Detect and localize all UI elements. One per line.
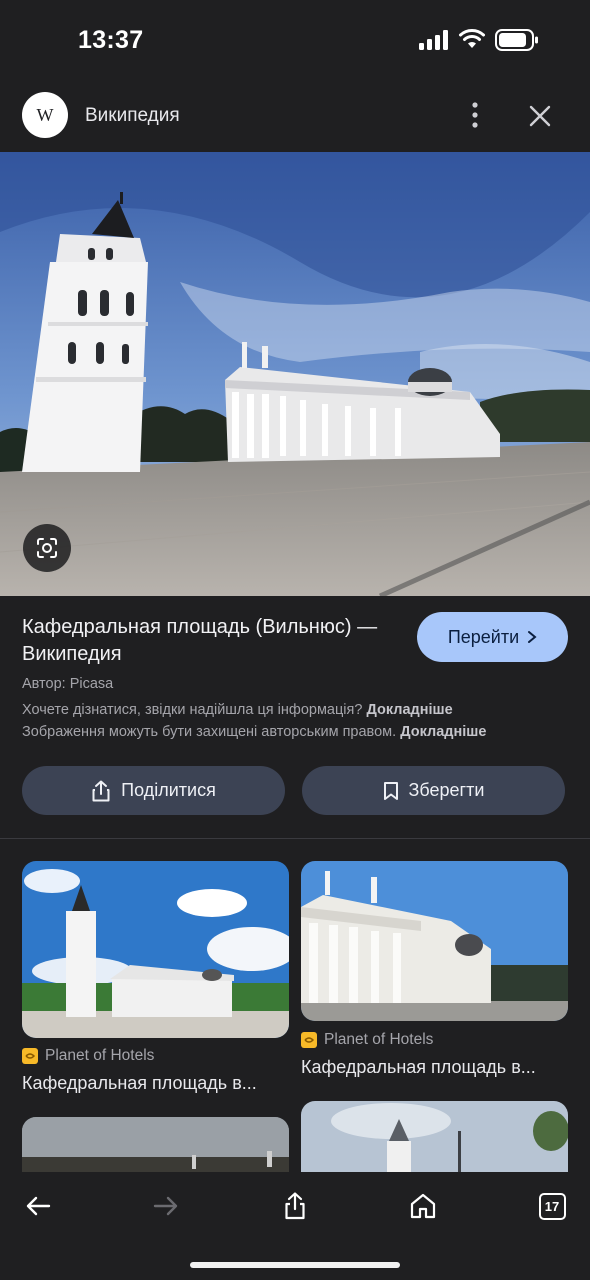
divider	[0, 838, 590, 839]
related-image-1[interactable]	[22, 861, 289, 1038]
share-page-button[interactable]	[275, 1186, 315, 1226]
related-title-2[interactable]: Кафедральная площадь в...	[301, 1057, 536, 1078]
chevron-right-icon	[528, 631, 537, 643]
share-button[interactable]: Поділитися	[22, 766, 285, 815]
wifi-icon	[459, 29, 485, 48]
planet-of-hotels-icon	[301, 1032, 317, 1048]
status-time: 13:37	[78, 26, 144, 54]
save-button[interactable]: Зберегти	[302, 766, 565, 815]
home-indicator	[190, 1262, 400, 1268]
info-notice: Хочете дізнатися, звідки надійшла ця інф…	[22, 702, 453, 718]
arrow-left-icon	[26, 1196, 51, 1216]
forward-button[interactable]	[146, 1186, 186, 1226]
info-learn-more-link[interactable]: Докладніше	[366, 702, 452, 718]
copyright-notice: Зображення можуть бути захищені авторськ…	[22, 724, 486, 740]
main-image[interactable]	[0, 152, 590, 596]
related-source-label: Planet of Hotels	[45, 1047, 155, 1064]
share-icon	[92, 780, 110, 801]
related-title-1[interactable]: Кафедральная площадь в...	[22, 1073, 257, 1094]
tabs-count: 17	[544, 1198, 560, 1214]
arrow-right-icon	[153, 1196, 178, 1216]
close-icon[interactable]	[524, 100, 556, 132]
result-info: Кафедральная площадь (Вильнюс) — Википед…	[0, 596, 590, 838]
result-title[interactable]: Кафедральная площадь (Вильнюс) — Википед…	[22, 614, 402, 668]
author-text: Автор: Picasa	[22, 676, 114, 692]
share-label: Поділитися	[121, 780, 216, 800]
home-button[interactable]	[403, 1186, 443, 1226]
visit-button-label: Перейти	[447, 626, 520, 647]
home-icon	[410, 1193, 436, 1219]
bottom-navigation: 17	[0, 1172, 590, 1280]
info-question: Хочете дізнатися, звідки надійшла ця інф…	[22, 702, 363, 718]
status-bar: 13:37	[0, 0, 590, 84]
copyright-learn-more-link[interactable]: Докладніше	[400, 724, 486, 740]
battery-icon	[495, 29, 538, 51]
tabs-button[interactable]: 17	[532, 1186, 572, 1226]
lens-icon	[37, 538, 57, 558]
related-image-2[interactable]	[301, 861, 568, 1021]
bookmark-icon	[383, 781, 398, 800]
planet-of-hotels-icon	[22, 1048, 38, 1064]
back-button[interactable]	[18, 1186, 58, 1226]
save-label: Зберегти	[408, 780, 485, 800]
related-source-2[interactable]: Planet of Hotels	[301, 1031, 433, 1049]
share-icon	[285, 1192, 305, 1220]
lens-search-button[interactable]	[23, 524, 71, 572]
wikipedia-logo-icon[interactable]: W	[22, 92, 68, 138]
copyright-text: Зображення можуть бути захищені авторськ…	[22, 724, 397, 740]
related-source-label: Planet of Hotels	[324, 1031, 434, 1048]
visit-button[interactable]: Перейти	[417, 612, 568, 662]
tabs-icon: 17	[538, 1192, 566, 1220]
more-options-icon[interactable]	[460, 100, 490, 130]
signal-icon	[419, 30, 448, 50]
related-source-1[interactable]: Planet of Hotels	[22, 1047, 154, 1065]
viewer-header: W Википедия	[0, 84, 590, 152]
source-title[interactable]: Википедия	[85, 105, 180, 127]
